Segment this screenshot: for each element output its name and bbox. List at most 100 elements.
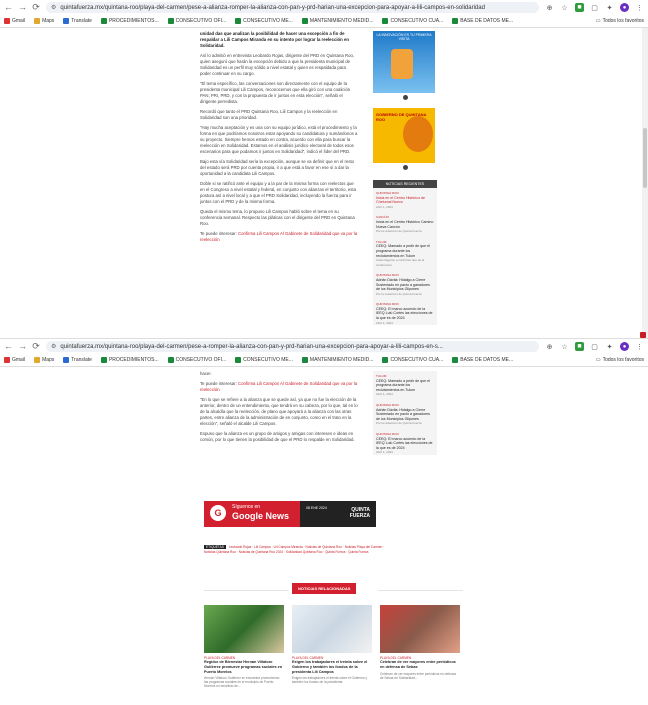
- recent-news-item[interactable]: QUINTANA ROO CEEQ: El marco acuerdo de l…: [376, 432, 434, 455]
- carousel-dot-icon[interactable]: [402, 95, 408, 100]
- bookmarks-bar: Gmail Maps Translate PROCEDIMIENTOS... C…: [0, 15, 648, 28]
- extension-icon[interactable]: ■: [575, 342, 584, 351]
- browser-toolbar: ← → ⟳ ⚙ quintafuerza.mx/quintana-roo/pla…: [0, 0, 648, 15]
- google-news-banner[interactable]: G Síguenos en Google News 08 ENE 2024 QU…: [204, 501, 376, 527]
- recent-news-item[interactable]: QUINTANA ROO Adrián Dávila: Hidalgo a Ci…: [376, 403, 434, 426]
- article-paragraph: "En lo que se refiere a la alianza que s…: [200, 397, 358, 426]
- bookmark-consecutivo-ofi[interactable]: CONSECUTIVO OFI...: [167, 18, 226, 24]
- bookmark-consecutivo-me[interactable]: CONSECUTIVO ME...: [235, 18, 293, 24]
- menu-icon[interactable]: ⋮: [635, 3, 644, 12]
- bookmark-procedimientos[interactable]: PROCEDIMIENTOS...: [100, 357, 159, 363]
- downloads-icon[interactable]: ▢: [590, 3, 599, 12]
- all-bookmarks[interactable]: ▭ Todos los favoritos: [596, 357, 644, 363]
- sheets-icon: [100, 357, 107, 363]
- downloads-icon[interactable]: ▢: [590, 342, 599, 351]
- profile-avatar[interactable]: ●: [620, 342, 629, 351]
- sheets-icon: [167, 357, 174, 363]
- recent-news-item[interactable]: TULUM CEEQ: Mamado a pedir de que el pro…: [376, 374, 434, 397]
- sheets-icon: [100, 18, 107, 24]
- page-scrollbar[interactable]: [642, 28, 648, 338]
- menu-icon[interactable]: ⋮: [635, 342, 644, 351]
- bookmark-procedimientos[interactable]: PROCEDIMIENTOS...: [100, 18, 159, 24]
- site-info-icon[interactable]: ⚙: [51, 4, 56, 11]
- reload-icon[interactable]: ⟳: [32, 342, 40, 351]
- back-icon[interactable]: ←: [4, 3, 13, 12]
- browser-window-bottom: ← → ⟳ ⚙ quintafuerza.mx/quintana-roo/pla…: [0, 338, 648, 705]
- bookmark-translate[interactable]: Translate: [63, 18, 92, 24]
- bookmark-consecutivo-cua[interactable]: CONSECUTIVO CUA...: [382, 18, 443, 24]
- zoom-icon[interactable]: ⊕: [545, 342, 554, 351]
- bookmark-star-icon[interactable]: ☆: [560, 342, 569, 351]
- url-text: quintafuerza.mx/quintana-roo/playa-del-c…: [60, 343, 443, 350]
- bookmark-base-de-datos[interactable]: BASE DE DATOS ME...: [452, 18, 513, 24]
- translate-icon: [63, 357, 70, 363]
- article-body: unidad das que analizan la posibilidad d…: [200, 31, 358, 247]
- advertisement-banner[interactable]: LA INNOVACIÓN ES TU PRIMERA VISITA: [373, 31, 435, 93]
- sheets-icon: [167, 18, 174, 24]
- bookmark-gmail[interactable]: Gmail: [4, 18, 25, 24]
- site-info-icon[interactable]: ⚙: [51, 343, 56, 350]
- bookmark-gmail[interactable]: Gmail: [4, 357, 25, 363]
- related-news-card[interactable]: PLAYA DEL CARMEN Celebran de ver mayores…: [380, 605, 460, 680]
- reload-icon[interactable]: ⟳: [32, 3, 40, 12]
- ad-illustration: [403, 116, 433, 152]
- profile-avatar[interactable]: ●: [620, 3, 629, 12]
- recent-news-list: TULUM CEEQ: Mamado a pedir de que el pro…: [373, 371, 437, 455]
- recent-news-item[interactable]: QUINTANA ROO CEEQ: El marco acuerdo de l…: [376, 302, 434, 325]
- related-news-heading: NOTICIAS RELACIONADAS: [292, 583, 357, 594]
- bookmark-maps[interactable]: Maps: [34, 18, 54, 24]
- zoom-icon[interactable]: ⊕: [545, 3, 554, 12]
- bookmark-consecutivo-me[interactable]: CONSECUTIVO ME...: [235, 357, 293, 363]
- address-bar[interactable]: ⚙ quintafuerza.mx/quintana-roo/playa-del…: [46, 341, 539, 352]
- address-bar[interactable]: ⚙ quintafuerza.mx/quintana-roo/playa-del…: [46, 2, 539, 13]
- article-paragraph: Bajo esta vía Solidaridad sería la excep…: [200, 159, 355, 176]
- news-photo: [380, 605, 460, 653]
- sheets-icon: [301, 357, 308, 363]
- tags-label: ETIQUETAS: [204, 545, 226, 549]
- recent-news-item[interactable]: TULUM CEEQ: Mamado a pedir de que el pro…: [376, 240, 434, 268]
- carousel-dot-icon[interactable]: [402, 165, 408, 170]
- bookmark-consecutivo-ofi[interactable]: CONSECUTIVO OFI...: [167, 357, 226, 363]
- bookmark-star-icon[interactable]: ☆: [560, 3, 569, 12]
- all-bookmarks[interactable]: ▭ Todos los favoritos: [596, 18, 644, 24]
- related-news-card[interactable]: PLAYA DEL CARMEN Exigen los trabajadores…: [292, 605, 372, 684]
- bookmarks-bar: Gmail Maps Translate PROCEDIMIENTOS... C…: [0, 354, 648, 367]
- extensions-puzzle-icon[interactable]: ✦: [605, 3, 614, 12]
- sheets-icon: [301, 18, 308, 24]
- tags-list[interactable]: Leobardo Rojas · Lili Campos · Lili Camp…: [204, 545, 384, 554]
- forward-icon[interactable]: →: [18, 3, 27, 12]
- recent-news-heading: NOTICIAS RECIENTES: [373, 180, 437, 188]
- bookmark-maps[interactable]: Maps: [34, 357, 54, 363]
- maps-icon: [34, 18, 41, 24]
- extensions-puzzle-icon[interactable]: ✦: [605, 342, 614, 351]
- recent-news-list: QUINTANA ROO Inicia en el Centro Históri…: [373, 188, 437, 326]
- related-news-card[interactable]: PLAYA DEL CARMEN Regidor de Bienestar He…: [204, 605, 284, 688]
- scrollbar-thumb[interactable]: [643, 128, 647, 188]
- bookmark-mantenimiento[interactable]: MANTENIMIENTO MEDID...: [301, 18, 373, 24]
- gmail-icon: [4, 357, 10, 363]
- sheets-icon: [235, 357, 242, 363]
- recent-news-item[interactable]: QUINTANA ROO Inicia en el Centro Históri…: [376, 191, 434, 209]
- article-paragraph: unidad das que analizan la posibilidad d…: [200, 31, 349, 48]
- browser-window-top: ← → ⟳ ⚙ quintafuerza.mx/quintana-roo/pla…: [0, 0, 648, 338]
- gmail-icon: [4, 18, 10, 24]
- forward-icon[interactable]: →: [18, 342, 27, 351]
- sheets-icon: [382, 18, 389, 24]
- recent-news-item[interactable]: QUINTANA ROO Adrián Dávila: Hidalgo a Ci…: [376, 273, 434, 296]
- article-body: hacer. Te puede interesar: Confirma Lili…: [200, 371, 362, 447]
- translate-icon: [63, 18, 70, 24]
- google-news-icon: G: [210, 505, 226, 521]
- bookmark-mantenimiento[interactable]: MANTENIMIENTO MEDID...: [301, 357, 373, 363]
- bookmark-translate[interactable]: Translate: [63, 357, 92, 363]
- folder-icon: ▭: [595, 357, 601, 363]
- bookmark-base-de-datos[interactable]: BASE DE DATOS ME...: [452, 357, 513, 363]
- sheets-icon: [235, 18, 242, 24]
- back-icon[interactable]: ←: [4, 342, 13, 351]
- recent-news-item[interactable]: CANCÚN Inicia en el Centro Histórico Cam…: [376, 215, 434, 233]
- bookmark-consecutivo-cua[interactable]: CONSECUTIVO CUA...: [382, 357, 443, 363]
- advertisement-banner[interactable]: GOBIERNO DE QUINTANA ROO: [373, 108, 435, 163]
- extension-icon[interactable]: ■: [575, 3, 584, 12]
- news-photo: [292, 605, 372, 653]
- article-paragraph: "El tema específico, las conversaciones …: [200, 81, 351, 104]
- maps-icon: [34, 357, 41, 363]
